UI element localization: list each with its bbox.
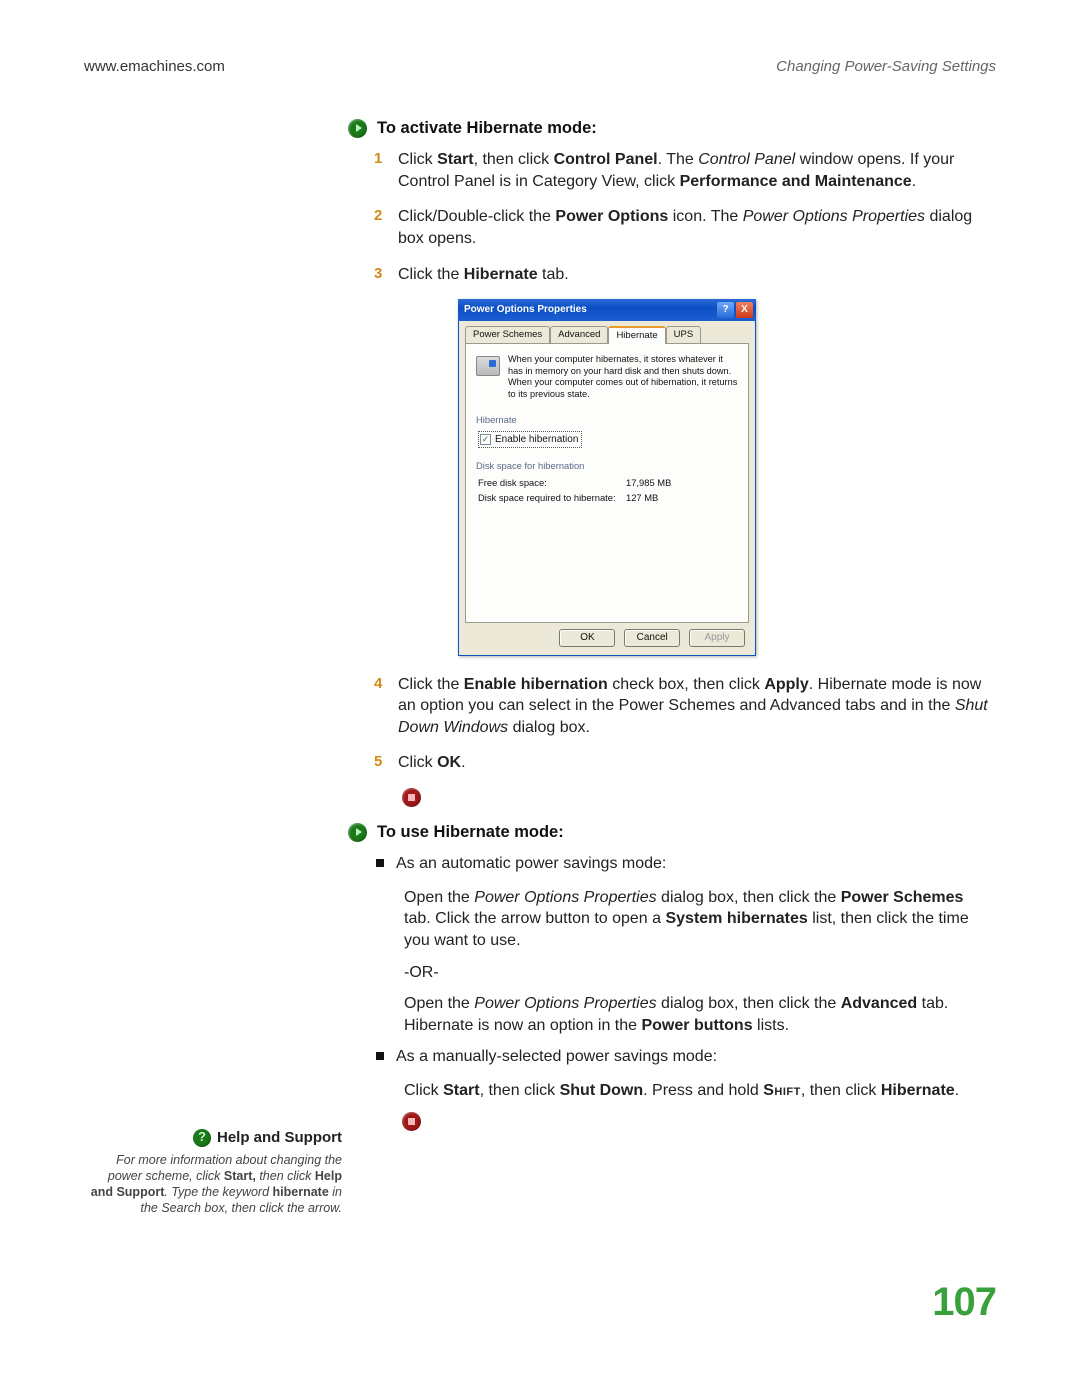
checkbox-icon: ✓	[480, 434, 491, 445]
play-icon	[348, 823, 367, 842]
group-disk-label: Disk space for hibernation	[476, 460, 738, 473]
group-hibernate-label: Hibernate	[476, 414, 738, 427]
step-3: 3 Click the Hibernate tab.	[374, 264, 988, 286]
step-number: 5	[374, 752, 382, 772]
help-support-title: Help and Support	[217, 1128, 342, 1148]
use-mode-manual: As a manually-selected power savings mod…	[374, 1046, 988, 1068]
dialog-titlebar: Power Options Properties ? X	[458, 299, 756, 321]
header-section: Changing Power-Saving Settings	[776, 58, 996, 75]
step-number: 4	[374, 674, 382, 694]
steps-activate: 1 Click Start, then click Control Panel.…	[374, 149, 988, 285]
stop-icon	[402, 788, 421, 807]
ok-button[interactable]: OK	[559, 629, 615, 647]
header-url: www.emachines.com	[84, 58, 225, 75]
close-button[interactable]: X	[736, 302, 753, 318]
page-header: www.emachines.com Changing Power-Saving …	[84, 58, 996, 75]
cancel-button[interactable]: Cancel	[624, 629, 680, 647]
steps-activate-cont: 4 Click the Enable hibernation check box…	[374, 674, 988, 774]
use-mode-list-2: As a manually-selected power savings mod…	[374, 1046, 988, 1068]
section-use-heading: To use Hibernate mode:	[348, 821, 988, 843]
power-options-dialog: Power Options Properties ? X Power Schem…	[458, 299, 756, 655]
free-disk-row: Free disk space: 17,985 MB	[478, 477, 738, 490]
step-number: 3	[374, 264, 382, 284]
required-disk-row: Disk space required to hibernate: 127 MB	[478, 492, 738, 505]
page-number: 107	[932, 1280, 996, 1325]
help-button[interactable]: ?	[717, 302, 734, 318]
help-support-body: For more information about changing the …	[84, 1152, 342, 1217]
or-separator: -OR-	[404, 962, 988, 984]
drive-icon	[476, 356, 500, 376]
stop-icon	[402, 1112, 421, 1131]
section-use-title: To use Hibernate mode:	[377, 821, 564, 843]
tab-ups[interactable]: UPS	[666, 326, 702, 344]
dialog-screenshot: Power Options Properties ? X Power Schem…	[458, 299, 988, 655]
section-activate-title: To activate Hibernate mode:	[377, 117, 597, 139]
question-icon: ?	[193, 1129, 211, 1147]
enable-hibernation-checkbox[interactable]: ✓ Enable hibernation	[478, 431, 582, 449]
tab-advanced[interactable]: Advanced	[550, 326, 608, 344]
dialog-description: When your computer hibernates, it stores…	[508, 354, 738, 400]
tab-power-schemes[interactable]: Power Schemes	[465, 326, 550, 344]
use-auto-para-1: Open the Power Options Properties dialog…	[404, 887, 988, 952]
step-number: 2	[374, 206, 382, 226]
help-support-box: ? Help and Support For more information …	[84, 1128, 342, 1217]
use-auto-para-2: Open the Power Options Properties dialog…	[404, 993, 988, 1036]
dialog-button-row: OK Cancel Apply	[465, 629, 749, 647]
step-1: 1 Click Start, then click Control Panel.…	[374, 149, 988, 192]
use-manual-para: Click Start, then click Shut Down. Press…	[404, 1080, 988, 1102]
checkbox-label: Enable hibernation	[495, 433, 578, 447]
apply-button[interactable]: Apply	[689, 629, 745, 647]
step-2: 2 Click/Double-click the Power Options i…	[374, 206, 988, 249]
dialog-title: Power Options Properties	[464, 303, 715, 317]
tab-strip: Power Schemes Advanced Hibernate UPS	[465, 325, 749, 343]
use-mode-auto: As an automatic power savings mode:	[374, 853, 988, 875]
tab-hibernate[interactable]: Hibernate	[608, 326, 665, 344]
tab-panel: When your computer hibernates, it stores…	[465, 343, 749, 623]
step-number: 1	[374, 149, 382, 169]
main-content: To activate Hibernate mode: 1 Click Star…	[348, 117, 988, 1131]
section-activate-heading: To activate Hibernate mode:	[348, 117, 988, 139]
use-mode-list: As an automatic power savings mode:	[374, 853, 988, 875]
step-5: 5 Click OK.	[374, 752, 988, 774]
play-icon	[348, 119, 367, 138]
step-4: 4 Click the Enable hibernation check box…	[374, 674, 988, 739]
